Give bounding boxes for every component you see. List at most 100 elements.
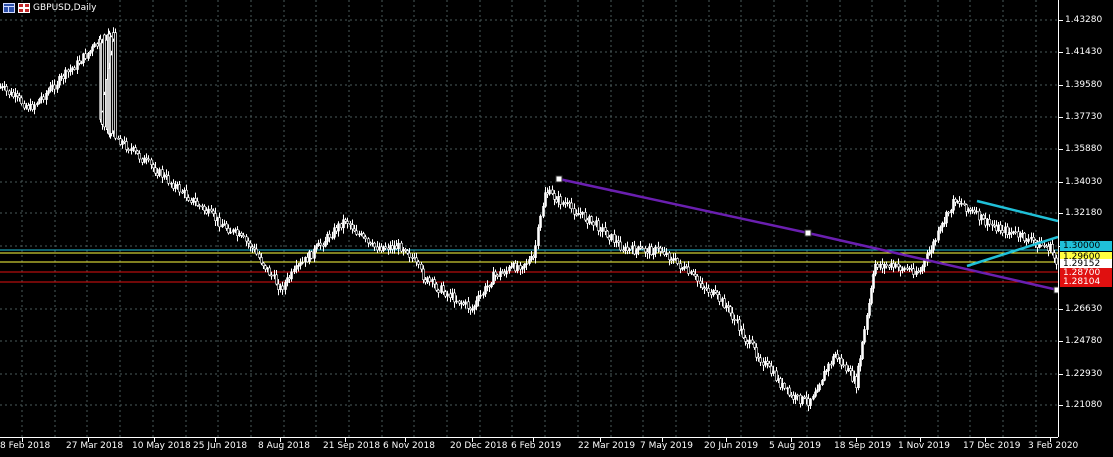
candle-body	[699, 280, 702, 284]
candle-body	[64, 69, 67, 79]
candle-body	[755, 347, 758, 358]
price-label: 1.37730	[1065, 112, 1103, 122]
candle-body	[315, 245, 318, 250]
candle-body	[183, 189, 186, 193]
candle-body	[290, 271, 293, 280]
candle-body	[275, 274, 278, 285]
candle-body	[346, 221, 349, 224]
candle-body	[783, 383, 786, 389]
candle-body	[112, 41, 115, 132]
candle-body	[999, 224, 1002, 231]
candle-body	[192, 198, 195, 203]
candle-body	[62, 75, 65, 79]
candle-body	[198, 205, 201, 207]
candle-body	[1034, 239, 1037, 243]
price-tick	[1059, 85, 1063, 86]
candle-body	[921, 266, 924, 271]
candle-body	[207, 208, 210, 214]
candle-body	[163, 174, 166, 178]
candle-body	[759, 357, 762, 363]
candle-body	[433, 279, 436, 285]
candle-body	[67, 69, 70, 73]
candle-body	[628, 248, 631, 252]
candle-body	[355, 230, 358, 235]
candle-body	[234, 229, 237, 232]
candle-body	[821, 379, 824, 385]
price-label: 1.35880	[1065, 144, 1103, 154]
candle-body	[232, 229, 235, 233]
chart-grid	[0, 0, 1058, 437]
candle-body	[692, 271, 695, 275]
candle-body	[665, 252, 668, 255]
candle-body	[1045, 245, 1048, 248]
price-badge: 1.28104	[1060, 277, 1112, 287]
candle-body	[324, 241, 327, 247]
candle-body	[537, 227, 540, 246]
candle-body	[187, 197, 190, 201]
candle-body	[71, 67, 74, 71]
time-label: 18 Sep 2019	[834, 441, 892, 451]
candle-body	[490, 283, 493, 288]
candle-body	[796, 394, 799, 397]
candle-body	[477, 295, 480, 302]
candle-body	[49, 86, 52, 92]
candle-body	[768, 363, 771, 367]
candle-body	[766, 360, 769, 364]
candle-body	[185, 189, 188, 198]
price-tick	[1059, 20, 1063, 21]
trendline-anchor-0	[555, 175, 563, 183]
candle-body	[496, 274, 499, 277]
candle-body	[505, 270, 508, 275]
candle-body	[696, 275, 699, 282]
candle-body	[731, 312, 734, 320]
time-label: 1 Nov 2019	[898, 441, 950, 451]
candle-body	[687, 266, 690, 274]
candle-body	[570, 202, 573, 209]
candle-body	[581, 211, 584, 215]
candle-body	[96, 43, 99, 47]
time-axis[interactable]: 8 Feb 2018 27 Mar 2018 10 May 2018 25 Jun 2…	[0, 437, 1078, 457]
candle-body	[950, 209, 953, 214]
candle-body	[172, 182, 175, 189]
candle-body	[707, 287, 710, 293]
candle-body	[328, 233, 331, 238]
candle-body	[1051, 244, 1054, 254]
candle-body	[201, 205, 204, 208]
candle-body	[247, 240, 250, 244]
candle-body	[668, 252, 671, 261]
price-axis[interactable]: 1.43280 1.41430 1.39580 1.37730 1.35880 1.340…	[1058, 0, 1113, 437]
candle-body	[161, 169, 164, 178]
candle-body	[788, 387, 791, 396]
candle-body	[408, 252, 411, 258]
candle-body	[260, 257, 263, 264]
candle-body	[268, 267, 271, 276]
candle-body	[351, 224, 354, 230]
candle-body	[859, 358, 862, 367]
candle-body	[934, 239, 937, 243]
candle-body	[145, 157, 148, 160]
candle-body	[251, 246, 254, 249]
price-tick	[1059, 149, 1063, 150]
candle-body	[89, 50, 92, 54]
time-label: 3 Feb 2020	[1028, 441, 1079, 451]
candle-body	[174, 184, 177, 189]
candle-body	[818, 384, 821, 391]
candle-body	[258, 253, 261, 258]
candle-body	[123, 140, 126, 143]
candle-body	[130, 148, 133, 151]
candle-body	[205, 210, 208, 214]
candle-body	[1032, 237, 1035, 241]
candle-body	[923, 259, 926, 268]
candle-body	[58, 76, 61, 86]
price-chart[interactable]	[0, 0, 1058, 437]
candle-body	[45, 93, 48, 100]
price-tick	[1059, 182, 1063, 183]
candle-body	[528, 259, 531, 264]
candle-body	[1053, 252, 1056, 259]
window-grid-icon	[3, 3, 15, 13]
candle-body	[553, 193, 556, 200]
chart-title: GBPUSD,Daily	[3, 3, 96, 13]
candle-body	[373, 242, 376, 248]
price-badge: 1.30000	[1060, 241, 1112, 251]
candle-body	[960, 203, 963, 205]
